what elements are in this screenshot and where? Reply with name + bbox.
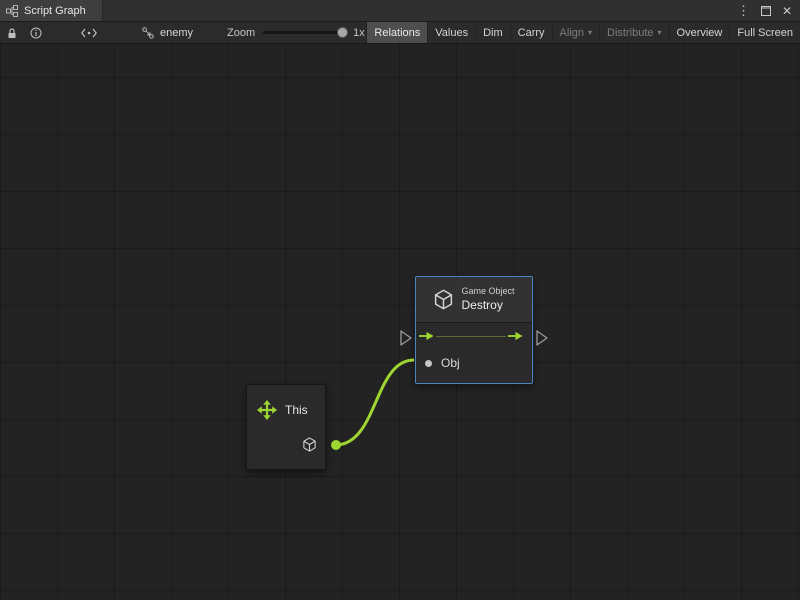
destroy-node-flow-row (416, 323, 532, 349)
distribute-button[interactable]: Distribute ▾ (599, 22, 668, 43)
flow-input-arrow-icon[interactable] (419, 331, 434, 341)
control-input-triangle-port[interactable] (401, 331, 411, 345)
values-button[interactable]: Values (427, 22, 475, 43)
graph-canvas[interactable]: This Game Object Destroy (0, 44, 800, 600)
carry-button[interactable]: Carry (510, 22, 552, 43)
close-icon[interactable]: ✕ (782, 5, 792, 17)
code-icon (81, 28, 97, 38)
node-this[interactable]: This (246, 384, 326, 470)
distribute-label: Distribute (607, 27, 653, 39)
move-self-icon (257, 400, 277, 420)
lock-icon (6, 27, 18, 39)
flow-output-arrow-icon[interactable] (508, 331, 523, 341)
fullscreen-button[interactable]: Full Screen (729, 22, 800, 43)
relation-line (436, 336, 506, 337)
control-output-triangle-port[interactable] (537, 331, 547, 345)
destroy-node-title: Destroy (461, 298, 514, 313)
script-graph-window: Script Graph ⋮ ✕ (0, 0, 800, 600)
overview-button[interactable]: Overview (669, 22, 730, 43)
connections-overlay (0, 44, 800, 600)
info-icon (30, 27, 42, 39)
zoom-slider-handle[interactable] (337, 27, 348, 38)
chevron-down-icon: ▾ (658, 28, 662, 37)
graph-icon (142, 27, 154, 39)
align-button[interactable]: Align ▾ (552, 22, 599, 43)
tab-script-graph[interactable]: Script Graph (0, 0, 103, 21)
align-label: Align (560, 27, 584, 39)
zoom-slider[interactable] (263, 31, 345, 34)
window-controls: ⋮ ✕ (737, 0, 800, 21)
destroy-node-header: Game Object Destroy (416, 277, 532, 323)
destroy-node-obj-row: Obj (416, 349, 532, 377)
connection-wire (336, 360, 414, 445)
graph-toolbar: enemy Zoom 1x Relations Values Dim Carry… (0, 22, 800, 44)
fullscreen-label: Full Screen (737, 27, 793, 39)
tab-title: Script Graph (24, 5, 86, 17)
this-output-port-dot[interactable] (331, 440, 341, 450)
maximize-icon[interactable] (761, 6, 771, 16)
graph-breadcrumb[interactable]: enemy (142, 22, 193, 43)
node-destroy[interactable]: Game Object Destroy Obj (415, 276, 533, 384)
cube-icon (433, 289, 454, 310)
zoom-value: 1x (353, 22, 365, 43)
info-button[interactable] (24, 22, 48, 43)
values-label: Values (435, 27, 468, 39)
window-menu-icon[interactable]: ⋮ (737, 4, 750, 17)
script-graph-icon (6, 5, 18, 17)
dim-button[interactable]: Dim (475, 22, 510, 43)
graph-name: enemy (160, 27, 193, 39)
gameobject-output-port[interactable] (302, 437, 317, 452)
cube-icon (302, 437, 317, 452)
zoom-label: Zoom (227, 22, 255, 43)
relations-button[interactable]: Relations (366, 22, 427, 43)
chevron-down-icon: ▾ (588, 28, 592, 37)
obj-port-label: Obj (441, 356, 460, 370)
obj-input-port[interactable] (425, 360, 432, 367)
destroy-node-category: Game Object (461, 286, 514, 297)
titlebar: Script Graph ⋮ ✕ (0, 0, 800, 22)
overview-label: Overview (677, 27, 723, 39)
relations-label: Relations (374, 27, 420, 39)
dim-label: Dim (483, 27, 503, 39)
this-node-title: This (285, 403, 308, 417)
code-button[interactable] (74, 22, 104, 43)
lock-button[interactable] (0, 22, 24, 43)
carry-label: Carry (518, 27, 545, 39)
